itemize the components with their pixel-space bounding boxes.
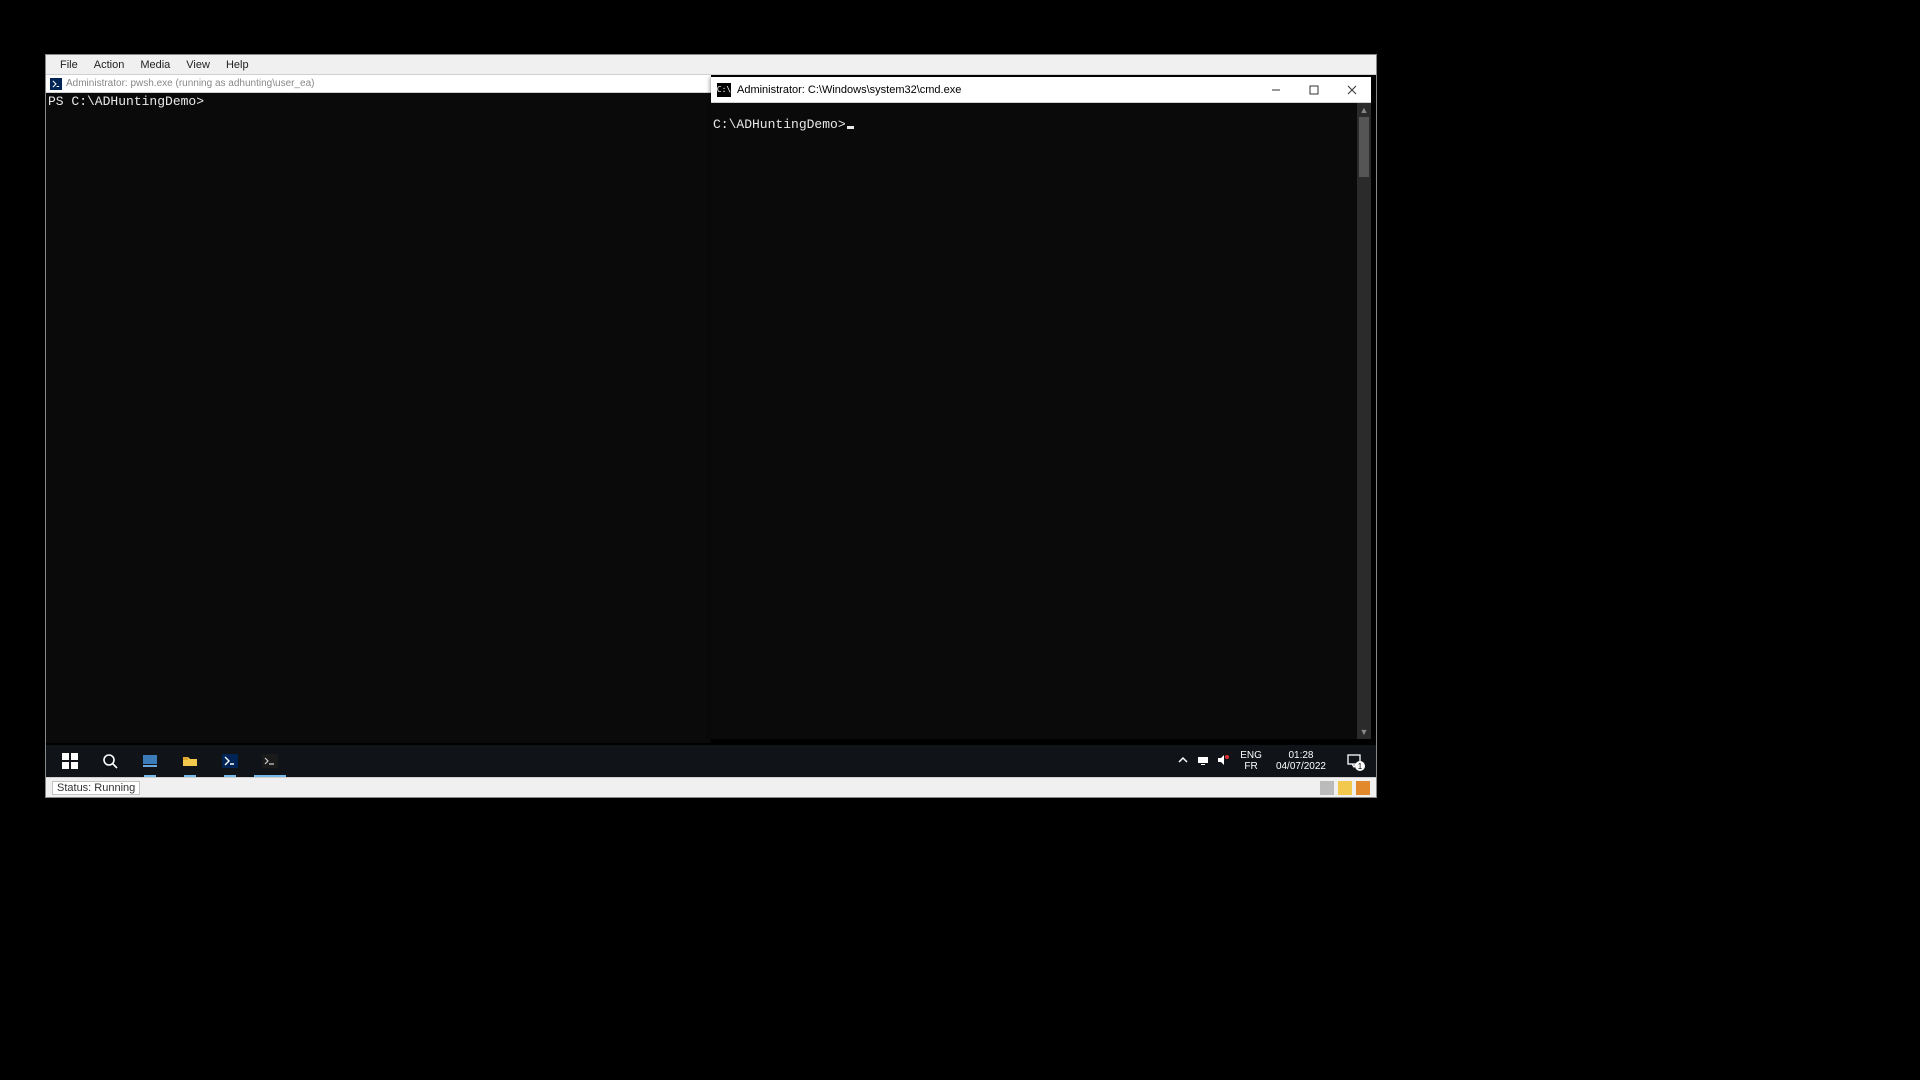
taskbar-clock[interactable]: 01:28 04/07/2022 [1272, 750, 1330, 772]
powershell-icon [50, 78, 62, 90]
vm-status-icon [1320, 781, 1334, 795]
tray-chevron-up-icon[interactable] [1176, 753, 1190, 770]
clock-date: 04/07/2022 [1276, 761, 1326, 772]
cmd-prompt: C:\ADHuntingDemo> [713, 117, 846, 132]
cmd-window[interactable]: C:\ Administrator: C:\Windows\system32\c… [711, 77, 1371, 739]
scroll-thumb[interactable] [1359, 117, 1369, 177]
menu-media[interactable]: Media [132, 57, 178, 73]
vm-statusbar: Status: Running [46, 777, 1376, 797]
taskbar-right: ENG FR 01:28 04/07/2022 1 [1176, 745, 1372, 777]
vm-status-icon [1356, 781, 1370, 795]
maximize-button[interactable] [1295, 77, 1333, 102]
start-button[interactable] [50, 745, 90, 777]
action-center-button[interactable]: 1 [1336, 745, 1372, 777]
system-tray[interactable] [1176, 753, 1230, 770]
language-indicator[interactable]: ENG FR [1236, 750, 1266, 772]
powershell-titlebar[interactable]: Administrator: pwsh.exe (running as adhu… [46, 75, 711, 93]
tray-volume-icon[interactable] [1216, 753, 1230, 770]
taskbar-app-server-manager[interactable] [130, 745, 170, 777]
cmd-scrollbar[interactable]: ▲ ▼ [1357, 103, 1371, 739]
notification-badge: 1 [1355, 761, 1365, 771]
lang-primary: ENG [1240, 750, 1262, 761]
menu-action[interactable]: Action [86, 57, 133, 73]
close-button[interactable] [1333, 77, 1371, 102]
powershell-body[interactable]: PS C:\ADHuntingDemo> [46, 93, 711, 743]
powershell-window[interactable]: Administrator: pwsh.exe (running as adhu… [46, 75, 711, 743]
tray-network-icon[interactable] [1196, 753, 1210, 770]
cmd-title-text: Administrator: C:\Windows\system32\cmd.e… [737, 84, 1257, 96]
scroll-down-icon[interactable]: ▼ [1357, 725, 1371, 739]
vm-status-icon [1338, 781, 1352, 795]
clock-time: 01:28 [1288, 750, 1313, 761]
powershell-prompt: PS C:\ADHuntingDemo> [48, 94, 204, 109]
menu-view[interactable]: View [178, 57, 218, 73]
vm-menubar: File Action Media View Help [46, 55, 1376, 75]
cmd-icon: C:\ [717, 83, 731, 97]
cmd-body[interactable]: C:\ADHuntingDemo> [711, 103, 1357, 739]
lang-secondary: FR [1244, 761, 1257, 772]
vm-window: File Action Media View Help Administrato… [46, 55, 1376, 797]
taskbar-left [50, 745, 290, 777]
taskbar-app-cmd[interactable] [250, 745, 290, 777]
cursor-icon [847, 126, 854, 129]
taskbar-app-explorer[interactable] [170, 745, 210, 777]
taskbar-app-powershell[interactable] [210, 745, 250, 777]
window-controls [1257, 77, 1371, 102]
menu-help[interactable]: Help [218, 57, 257, 73]
scroll-up-icon[interactable]: ▲ [1357, 103, 1371, 117]
vm-status-icons [1320, 781, 1370, 795]
guest-desktop: Administrator: pwsh.exe (running as adhu… [46, 75, 1376, 777]
vm-status-text: Status: Running [52, 781, 140, 795]
menu-file[interactable]: File [52, 57, 86, 73]
guest-taskbar: ENG FR 01:28 04/07/2022 1 [46, 745, 1376, 777]
search-button[interactable] [90, 745, 130, 777]
cmd-titlebar[interactable]: C:\ Administrator: C:\Windows\system32\c… [711, 77, 1371, 103]
powershell-title-text: Administrator: pwsh.exe (running as adhu… [66, 78, 314, 89]
minimize-button[interactable] [1257, 77, 1295, 102]
